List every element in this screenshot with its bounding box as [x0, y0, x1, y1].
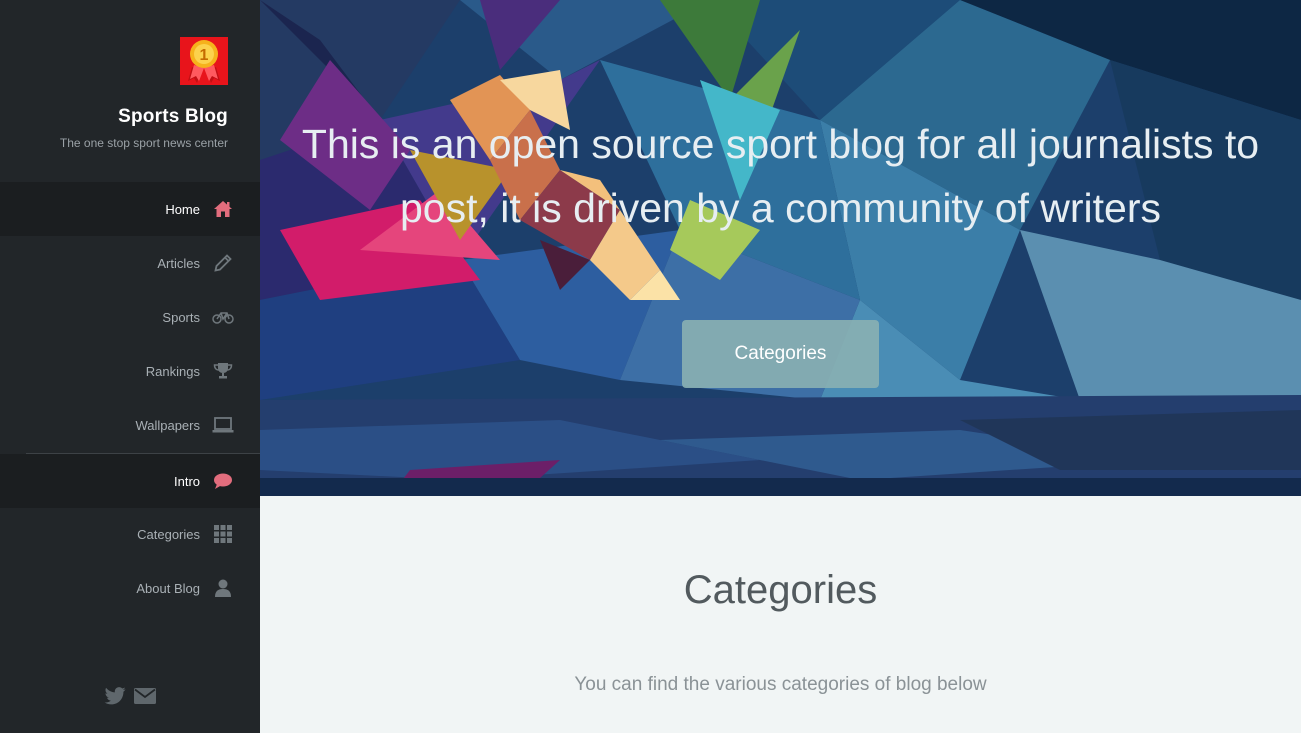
twitter-icon[interactable] — [104, 685, 126, 707]
nav-sports-label: Sports — [162, 309, 200, 325]
hero-banner: This is an open source sport blog for al… — [260, 0, 1301, 496]
nav-about-blog-label: About Blog — [136, 580, 200, 596]
logo-number: 1 — [200, 47, 209, 64]
nav-home-label: Home — [165, 201, 200, 217]
nav-wallpapers-label: Wallpapers — [135, 417, 200, 433]
nav-sports[interactable]: Sports — [0, 290, 260, 344]
site-title[interactable]: Sports Blog — [118, 106, 228, 128]
nav-intro[interactable]: Intro — [0, 454, 260, 508]
social-links — [104, 685, 156, 707]
site-logo[interactable]: 1 — [180, 37, 228, 85]
chat-bubble-icon — [212, 470, 234, 492]
grid-icon — [212, 523, 234, 545]
envelope-icon[interactable] — [134, 685, 156, 707]
site-tagline: The one stop sport news center — [59, 136, 228, 150]
bicycle-icon — [212, 306, 234, 328]
sidebar: 1 Sports Blog The one stop sport news ce… — [0, 0, 260, 733]
low-poly-athlete-illustration — [260, 0, 1301, 496]
laptop-icon — [212, 414, 234, 436]
nav-about-blog[interactable]: About Blog — [0, 561, 260, 615]
nav-categories[interactable]: Categories — [0, 507, 260, 561]
nav-intro-label: Intro — [173, 473, 200, 489]
section-title: Categories — [683, 568, 878, 612]
home-icon — [212, 198, 234, 220]
trophy-icon — [212, 360, 234, 382]
nav-categories-label: Categories — [137, 526, 200, 542]
nav-articles-label: Articles — [157, 255, 200, 271]
hero-headline: This is an open source sport blog for al… — [301, 121, 1260, 231]
user-icon — [212, 577, 234, 599]
nav-rankings-label: Rankings — [145, 363, 200, 379]
nav-rankings[interactable]: Rankings — [0, 344, 260, 398]
nav-articles[interactable]: Articles — [0, 236, 260, 290]
nav-home[interactable]: Home — [0, 182, 260, 236]
categories-section: Categories You can find the various cate… — [260, 496, 1301, 733]
categories-button[interactable]: Categories — [682, 320, 879, 388]
pencil-icon — [212, 252, 234, 274]
nav-wallpapers[interactable]: Wallpapers — [0, 398, 260, 452]
section-description: You can find the various categories of b… — [574, 674, 987, 695]
